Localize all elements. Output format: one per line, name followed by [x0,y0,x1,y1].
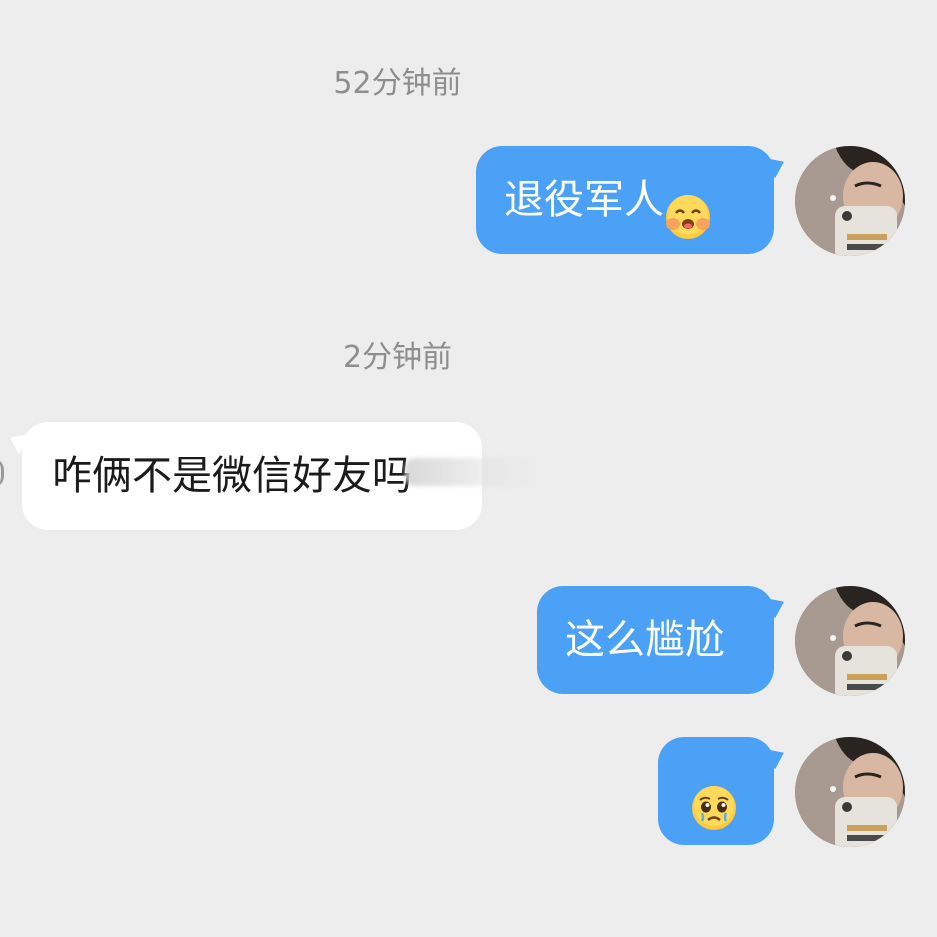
bubble-tail [763,149,789,179]
bubble-tail [763,589,789,619]
bubble-tail [763,740,789,770]
pleading-face-icon [690,765,738,830]
bubble-tail [5,425,31,455]
sent-message-bubble[interactable] [658,737,789,845]
user-avatar-icon[interactable] [795,586,905,696]
message-text: 咋俩不是微信好友吗 [52,453,412,499]
contact-avatar-edge [0,458,4,488]
sent-message-bubble[interactable]: 这么尴尬 [537,586,789,694]
message-text: 这么尴尬 [565,617,725,663]
sent-message-bubble[interactable]: 退役军人 [476,146,789,254]
user-avatar-icon[interactable] [795,146,905,256]
user-avatar-icon[interactable] [795,737,905,847]
message-text: 退役军人 [504,177,664,223]
message-timestamp: 2分钟前 [342,340,453,375]
blushing-face-icon [664,174,712,239]
redaction-blur [405,458,537,486]
message-timestamp: 52分钟前 [333,66,462,101]
